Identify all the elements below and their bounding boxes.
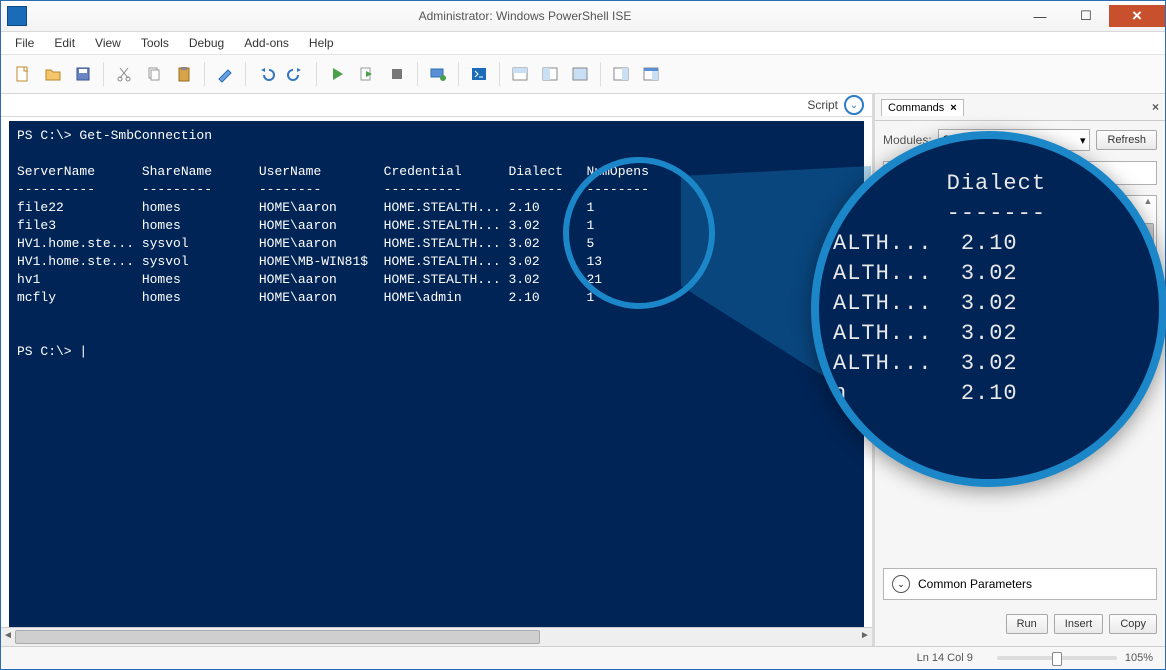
redo-icon[interactable] xyxy=(282,60,310,88)
clear-icon[interactable] xyxy=(211,60,239,88)
menu-file[interactable]: File xyxy=(7,34,42,52)
menu-edit[interactable]: Edit xyxy=(46,34,83,52)
zoom-level: 105% xyxy=(1125,652,1153,664)
run-button[interactable]: Run xyxy=(1006,614,1048,634)
zoom-slider[interactable] xyxy=(997,656,1117,660)
stop-icon[interactable] xyxy=(383,60,411,88)
powershell-console-icon[interactable] xyxy=(465,60,493,88)
save-icon[interactable] xyxy=(69,60,97,88)
menubar: File Edit View Tools Debug Add-ons Help xyxy=(1,32,1165,55)
menu-help[interactable]: Help xyxy=(301,34,342,52)
remote-icon[interactable] xyxy=(424,60,452,88)
menu-addons[interactable]: Add-ons xyxy=(236,34,297,52)
refresh-button[interactable]: Refresh xyxy=(1096,130,1157,150)
minimize-button[interactable]: — xyxy=(1017,5,1063,27)
run-selection-icon[interactable] xyxy=(353,60,381,88)
script-pane-header: Script ⌄ xyxy=(1,94,872,117)
menu-tools[interactable]: Tools xyxy=(133,34,177,52)
toolbar xyxy=(1,55,1165,94)
statusbar: Ln 14 Col 9 105% xyxy=(1,646,1165,669)
cursor-position: Ln 14 Col 9 xyxy=(917,652,973,664)
horizontal-scrollbar[interactable]: ◄ ► xyxy=(1,627,872,646)
undo-icon[interactable] xyxy=(252,60,280,88)
layout-side-by-side-icon[interactable] xyxy=(536,60,564,88)
commands-tab[interactable]: Commands × xyxy=(881,99,964,116)
titlebar: Administrator: Windows PowerShell ISE — … xyxy=(1,1,1165,32)
console-output[interactable]: PS C:\> Get-SmbConnection ServerName Sha… xyxy=(9,121,864,627)
insert-button[interactable]: Insert xyxy=(1054,614,1104,634)
paste-icon[interactable] xyxy=(170,60,198,88)
open-file-icon[interactable] xyxy=(39,60,67,88)
chevron-down-icon: ▾ xyxy=(1080,134,1086,147)
menu-view[interactable]: View xyxy=(87,34,129,52)
new-file-icon[interactable] xyxy=(9,60,37,88)
expand-script-pane-icon[interactable]: ⌄ xyxy=(844,95,864,115)
maximize-button[interactable]: ☐ xyxy=(1063,5,1109,27)
window-title: Administrator: Windows PowerShell ISE xyxy=(33,9,1017,23)
layout-script-top-icon[interactable] xyxy=(506,60,534,88)
run-icon[interactable] xyxy=(323,60,351,88)
common-parameters-label: Common Parameters xyxy=(918,577,1032,591)
menu-debug[interactable]: Debug xyxy=(181,34,232,52)
close-pane-icon[interactable]: × xyxy=(1152,100,1159,114)
copy-button[interactable]: Copy xyxy=(1109,614,1157,634)
close-button[interactable]: × xyxy=(1109,5,1165,27)
cut-icon[interactable] xyxy=(110,60,138,88)
script-label: Script xyxy=(807,98,838,112)
show-command-window-icon[interactable] xyxy=(637,60,665,88)
layout-script-max-icon[interactable] xyxy=(566,60,594,88)
show-command-addon-icon[interactable] xyxy=(607,60,635,88)
copy-icon[interactable] xyxy=(140,60,168,88)
close-tab-icon[interactable]: × xyxy=(950,102,956,114)
commands-tab-label: Commands xyxy=(888,102,944,114)
magnifier-callout: Dialect ------- ALTH... 2.10 ALTH... 3.0… xyxy=(811,131,1166,487)
app-icon xyxy=(7,6,27,26)
common-parameters-expander[interactable]: ⌄ Common Parameters xyxy=(883,568,1157,600)
chevron-down-icon: ⌄ xyxy=(892,575,910,593)
